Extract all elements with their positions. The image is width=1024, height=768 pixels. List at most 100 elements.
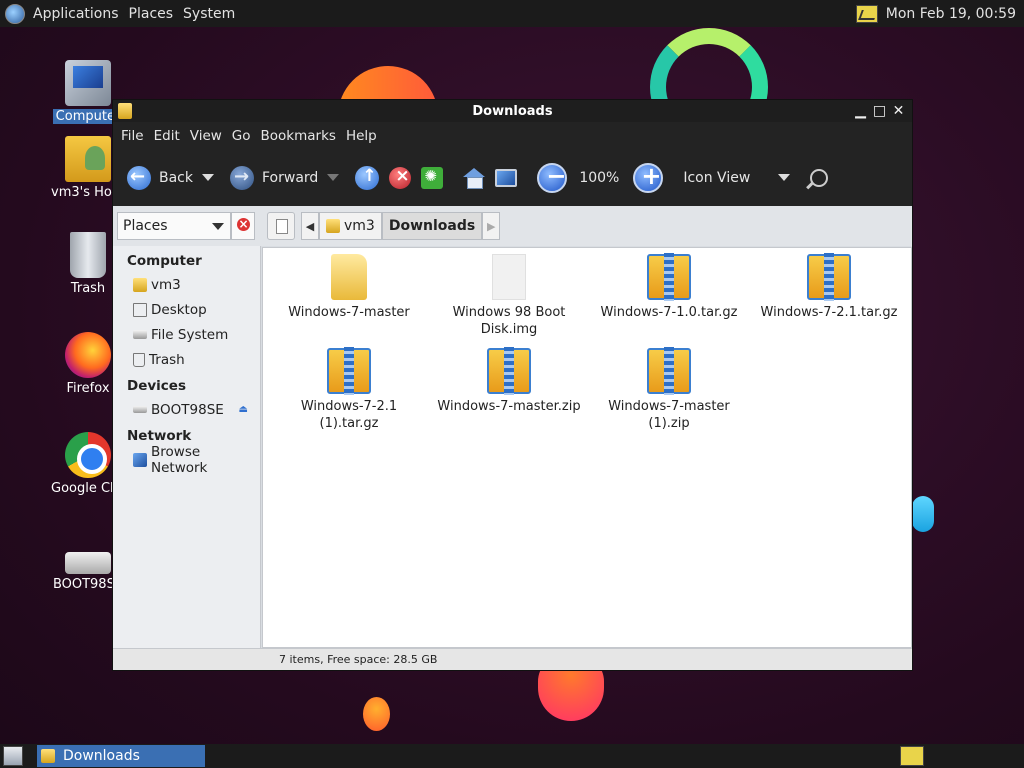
file-item[interactable]: Windows-7-master (1).zip: [589, 347, 749, 436]
crumb-scroll-right[interactable]: ▶: [482, 212, 501, 240]
up-arrow-icon: [355, 165, 380, 190]
chevron-down-icon: [212, 222, 224, 230]
menu-help[interactable]: Help: [341, 128, 382, 144]
window-title: Downloads: [472, 103, 553, 119]
taskbar-item-downloads[interactable]: Downloads: [37, 745, 205, 767]
file-item[interactable]: Windows-7-2.1.tar.gz: [749, 253, 909, 342]
forward-button[interactable]: Forward: [226, 158, 343, 198]
home-icon: [463, 167, 486, 189]
chrome-icon: [65, 432, 111, 478]
show-desktop-button[interactable]: [3, 746, 23, 766]
home-folder-icon: [133, 277, 147, 292]
system-menu[interactable]: System: [178, 6, 240, 22]
sidebar-item-file-system[interactable]: File System: [113, 322, 260, 347]
chevron-down-icon: [778, 174, 791, 181]
file-name: Windows 98 Boot Disk.img: [452, 305, 566, 337]
back-arrow-icon: [127, 165, 151, 190]
menu-edit[interactable]: Edit: [149, 128, 185, 144]
close-side-pane-button[interactable]: [231, 212, 255, 240]
home-folder-icon: [65, 136, 111, 182]
sidebar-item-browse-network[interactable]: Browse Network: [113, 444, 260, 476]
places-menu[interactable]: Places: [124, 6, 179, 22]
file-manager-window: Downloads ▁ □ ✕ File Edit View Go Bookma…: [112, 99, 913, 671]
forward-arrow-icon: [230, 165, 254, 190]
minimize-button[interactable]: ▁: [853, 104, 868, 119]
crumb-downloads[interactable]: Downloads: [381, 212, 483, 240]
distro-logo-icon[interactable]: [5, 3, 25, 24]
system-monitor-icon[interactable]: [855, 4, 878, 23]
back-button[interactable]: Back: [123, 158, 218, 198]
folder-icon: [118, 103, 132, 119]
document-icon: [492, 254, 526, 300]
status-text: 7 items, Free space: 28.5 GB: [279, 653, 438, 666]
crumb-label: Downloads: [388, 218, 476, 234]
zoom-in-icon: [633, 162, 664, 193]
sidebar-header-devices: Devices: [127, 378, 186, 394]
menu-view[interactable]: View: [185, 128, 227, 144]
home-button[interactable]: [459, 158, 489, 198]
side-pane-select-value: Places: [123, 218, 168, 234]
applications-menu[interactable]: Applications: [28, 6, 124, 22]
zoom-level: 100%: [579, 169, 620, 186]
computer-button[interactable]: [491, 158, 521, 198]
search-icon: [810, 168, 829, 187]
stop-button[interactable]: [385, 158, 415, 198]
file-item[interactable]: Windows 98 Boot Disk.img: [429, 254, 589, 342]
firefox-icon: [65, 332, 111, 378]
menu-go[interactable]: Go: [227, 128, 256, 144]
sidebar-item-boot98se[interactable]: BOOT98SE ⏏: [113, 397, 260, 422]
side-pane-select[interactable]: Places: [117, 212, 231, 240]
sidebar-item-vm3[interactable]: vm3: [113, 272, 260, 297]
menu-file[interactable]: File: [116, 128, 149, 144]
view-mode-select[interactable]: Icon View: [679, 158, 794, 198]
window-titlebar[interactable]: Downloads ▁ □ ✕: [113, 100, 912, 122]
zoom-in-button[interactable]: [629, 158, 667, 198]
file-item[interactable]: Windows-7-master: [269, 254, 429, 342]
up-button[interactable]: [351, 158, 383, 198]
sidebar-item-desktop[interactable]: Desktop: [113, 297, 260, 322]
crumb-vm3[interactable]: vm3: [319, 212, 382, 240]
trash-icon: [133, 352, 145, 367]
toggle-location-entry-button[interactable]: [267, 212, 295, 240]
file-item[interactable]: Windows-7-2.1 (1).tar.gz: [269, 347, 429, 436]
window-content: Computer vm3 Desktop File System Trash D…: [113, 246, 912, 648]
sidebar-item-trash[interactable]: Trash: [113, 347, 260, 372]
clock[interactable]: Mon Feb 19, 00:59: [886, 6, 1016, 22]
forward-label: Forward: [262, 169, 319, 186]
file-name: Windows-7-master.zip: [437, 399, 581, 414]
search-button[interactable]: [806, 158, 832, 198]
drive-icon: [133, 330, 147, 339]
file-item[interactable]: Windows-7-master.zip: [429, 347, 589, 436]
zoom-out-button[interactable]: [533, 158, 571, 198]
workspace-switcher[interactable]: [900, 746, 924, 766]
reload-icon: [421, 166, 444, 189]
reload-button[interactable]: [417, 158, 447, 198]
menu-bookmarks[interactable]: Bookmarks: [256, 128, 341, 144]
file-name: Windows-7-master (1).zip: [608, 399, 730, 431]
top-panel: Applications Places System Mon Feb 19, 0…: [0, 0, 1024, 27]
stop-icon: [389, 166, 412, 189]
file-view[interactable]: Windows-7-master Windows 98 Boot Disk.im…: [262, 247, 912, 648]
view-mode-label: Icon View: [683, 169, 751, 186]
sidebar-header-computer: Computer: [127, 253, 202, 269]
sidebar-item-label: vm3: [151, 276, 181, 293]
close-button[interactable]: ✕: [891, 104, 906, 119]
maximize-button[interactable]: □: [872, 104, 887, 119]
folder-icon: [331, 254, 367, 300]
crumb-scroll-left[interactable]: ◀: [301, 212, 319, 240]
eject-icon[interactable]: ⏏: [239, 404, 248, 415]
computer-icon: [495, 168, 518, 187]
file-item[interactable]: Windows-7-1.0.tar.gz: [589, 253, 749, 342]
folder-icon: [41, 749, 55, 763]
back-label: Back: [159, 169, 193, 186]
chevron-down-icon[interactable]: [327, 174, 340, 181]
chevron-down-icon[interactable]: [202, 174, 214, 181]
desktop-icon-label: Trash: [70, 281, 106, 296]
file-name: Windows-7-2.1 (1).tar.gz: [300, 399, 398, 431]
computer-icon: [65, 60, 111, 106]
file-name: Windows-7-2.1.tar.gz: [760, 305, 898, 320]
desktop-icon: [133, 302, 147, 317]
drive-icon: [133, 406, 147, 413]
archive-icon: [807, 253, 851, 301]
panel-tray: Mon Feb 19, 00:59: [855, 4, 1024, 23]
